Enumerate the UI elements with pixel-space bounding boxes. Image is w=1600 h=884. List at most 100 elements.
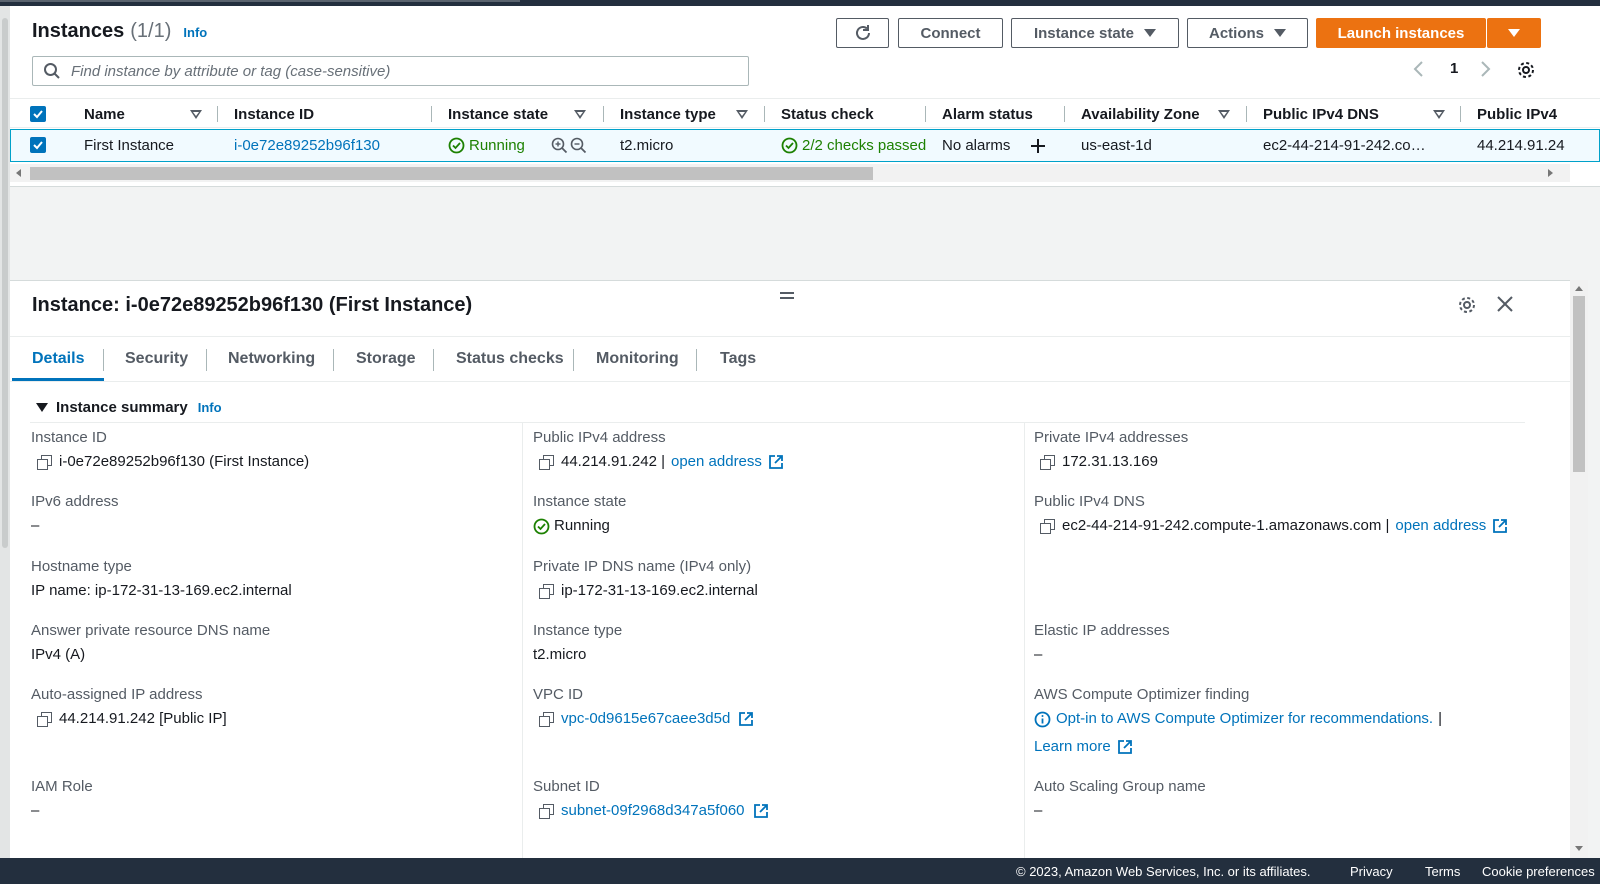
- instance-state-button[interactable]: Instance state: [1011, 18, 1179, 48]
- refresh-button[interactable]: [836, 18, 889, 48]
- zoom-in-icon[interactable]: [551, 137, 568, 154]
- search-input[interactable]: [71, 62, 731, 80]
- copy-icon[interactable]: [539, 455, 554, 470]
- preferences-button[interactable]: [1516, 60, 1536, 80]
- cell-instance-state: Running: [448, 130, 525, 161]
- sort-caret-icon[interactable]: [190, 110, 202, 119]
- left-scrollbar-thumb[interactable]: [2, 18, 8, 548]
- footer-privacy-link[interactable]: Privacy: [1350, 864, 1393, 879]
- footer-cookie-preferences-link[interactable]: Cookie preferences: [1482, 864, 1595, 879]
- external-link-icon[interactable]: [768, 454, 784, 470]
- tab-status-checks[interactable]: Status checks: [456, 337, 564, 381]
- column-separator[interactable]: [217, 106, 218, 122]
- launch-dropdown-button[interactable]: [1487, 18, 1541, 48]
- field-elastic-ip: Elastic IP addresses –: [1034, 622, 1554, 664]
- copy-icon[interactable]: [539, 804, 554, 819]
- column-header-name[interactable]: Name: [84, 99, 125, 129]
- vpc-id-link[interactable]: vpc-0d9615e67caee3d5d: [561, 710, 730, 728]
- sort-caret-icon[interactable]: [1433, 110, 1445, 119]
- external-link-icon[interactable]: [1492, 518, 1508, 534]
- details-vertical-scrollbar[interactable]: [1570, 280, 1588, 858]
- external-link-icon[interactable]: [753, 803, 769, 819]
- connect-button[interactable]: Connect: [898, 18, 1003, 48]
- column-separator[interactable]: [925, 106, 926, 122]
- pagination-previous[interactable]: [1412, 60, 1424, 78]
- horizontal-scrollbar-thumb[interactable]: [30, 167, 873, 180]
- scroll-left-icon[interactable]: [16, 169, 21, 177]
- zoom-controls[interactable]: [551, 130, 587, 161]
- details-close-button[interactable]: [1495, 294, 1515, 317]
- open-address-link[interactable]: open address: [1395, 517, 1486, 535]
- horizontal-scrollbar[interactable]: [10, 164, 1570, 182]
- column-separator[interactable]: [764, 106, 765, 122]
- plus-icon: [1031, 138, 1045, 153]
- launch-instances-button[interactable]: Launch instances: [1316, 18, 1486, 48]
- pagination-next[interactable]: [1480, 60, 1492, 78]
- instance-summary-info-link[interactable]: Info: [198, 400, 222, 415]
- column-header-instance-state[interactable]: Instance state: [448, 99, 548, 129]
- tab-tags[interactable]: Tags: [720, 337, 756, 381]
- external-link-icon[interactable]: [1117, 739, 1133, 755]
- copy-icon[interactable]: [539, 584, 554, 599]
- left-scrollbar[interactable]: [0, 6, 10, 858]
- tab-security[interactable]: Security: [125, 337, 188, 381]
- footer: © 2023, Amazon Web Services, Inc. or its…: [0, 858, 1600, 884]
- column-separator[interactable]: [431, 106, 432, 122]
- copy-icon[interactable]: [1040, 519, 1055, 534]
- column-header-alarm-status[interactable]: Alarm status: [942, 99, 1033, 129]
- tab-monitoring[interactable]: Monitoring: [596, 337, 679, 381]
- separator: |: [1438, 710, 1442, 727]
- search-box[interactable]: [32, 56, 749, 86]
- table-row[interactable]: First Instance i-0e72e89252b96f130 Runni…: [10, 129, 1600, 162]
- instances-info-link[interactable]: Info: [183, 25, 207, 40]
- copy-icon[interactable]: [1040, 455, 1055, 470]
- drag-handle-icon[interactable]: [779, 290, 795, 300]
- field-iam-role: IAM Role –: [31, 778, 521, 820]
- select-all-checkbox[interactable]: [30, 106, 46, 122]
- scroll-down-icon[interactable]: [1575, 846, 1583, 851]
- tab-separator: [573, 349, 574, 371]
- sort-caret-icon[interactable]: [574, 110, 586, 119]
- open-address-link[interactable]: open address: [671, 453, 762, 471]
- tab-details[interactable]: Details: [32, 337, 84, 381]
- column-separator[interactable]: [1246, 106, 1247, 122]
- column-header-status-check[interactable]: Status check: [781, 99, 874, 129]
- optimizer-opt-in-link[interactable]: Opt-in to AWS Compute Optimizer for reco…: [1056, 710, 1433, 728]
- cell-instance-id-link[interactable]: i-0e72e89252b96f130: [234, 130, 380, 161]
- row-checkbox[interactable]: [30, 137, 46, 153]
- column-header-instance-id[interactable]: Instance ID: [234, 99, 314, 129]
- tab-storage[interactable]: Storage: [356, 337, 416, 381]
- cell-status-check: 2/2 checks passed: [781, 130, 926, 161]
- sort-caret-icon[interactable]: [1218, 110, 1230, 119]
- tab-networking[interactable]: Networking: [228, 337, 315, 381]
- actions-button[interactable]: Actions: [1187, 18, 1308, 48]
- column-header-public-ipv4-dns[interactable]: Public IPv4 DNS: [1263, 99, 1379, 129]
- connect-label: Connect: [920, 24, 981, 42]
- instance-summary-toggle[interactable]: Instance summary Info: [36, 399, 222, 416]
- field-value: Running: [554, 517, 610, 534]
- sort-caret-icon[interactable]: [736, 110, 748, 119]
- learn-more-link[interactable]: Learn more: [1034, 738, 1111, 756]
- column-header-instance-type[interactable]: Instance type: [620, 99, 716, 129]
- column-separator[interactable]: [603, 106, 604, 122]
- subnet-id-link[interactable]: subnet-09f2968d347a5f060: [561, 802, 745, 820]
- resize-handle[interactable]: [779, 284, 795, 305]
- details-preferences-button[interactable]: [1457, 295, 1477, 318]
- copy-icon[interactable]: [539, 712, 554, 727]
- column-header-public-ipv4[interactable]: Public IPv4: [1477, 99, 1557, 129]
- footer-terms-link[interactable]: Terms: [1425, 864, 1460, 879]
- copy-icon[interactable]: [37, 712, 52, 727]
- copy-icon[interactable]: [37, 455, 52, 470]
- zoom-out-icon[interactable]: [570, 137, 587, 154]
- add-alarm-button[interactable]: [1029, 130, 1047, 161]
- scroll-up-icon[interactable]: [1575, 286, 1583, 291]
- column-header-availability-zone[interactable]: Availability Zone: [1081, 99, 1200, 129]
- pagination-page[interactable]: 1: [1450, 60, 1458, 77]
- scroll-right-icon[interactable]: [1548, 169, 1553, 177]
- column-separator[interactable]: [1064, 106, 1065, 122]
- column-separator[interactable]: [1460, 106, 1461, 122]
- details-vertical-scrollbar-thumb[interactable]: [1573, 296, 1585, 472]
- info-circle-icon: [1034, 711, 1051, 727]
- field-instance-id: Instance ID i-0e72e89252b96f130 (First I…: [31, 429, 521, 471]
- external-link-icon[interactable]: [738, 711, 754, 727]
